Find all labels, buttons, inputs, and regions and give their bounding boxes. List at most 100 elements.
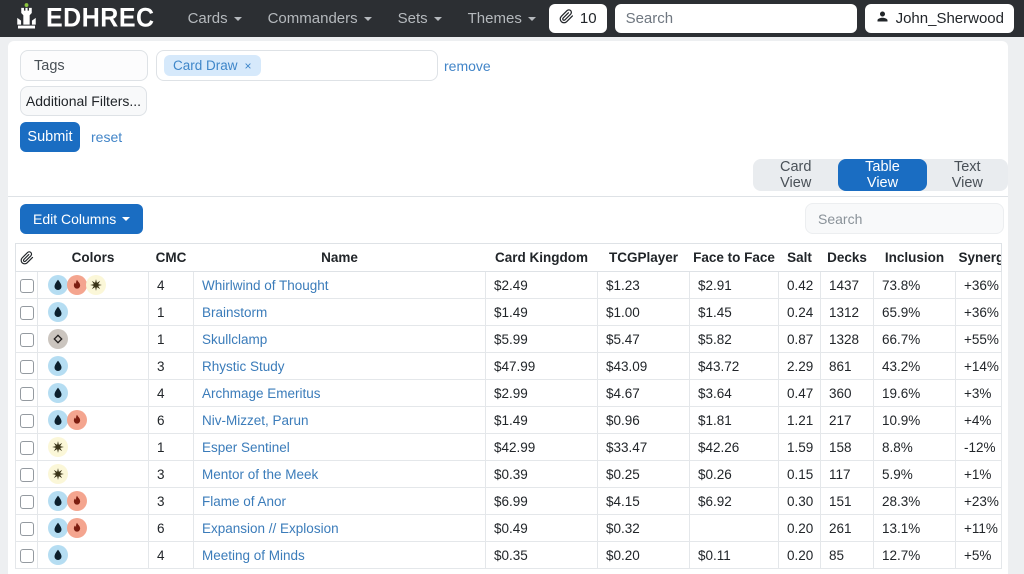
card-name-link[interactable]: Expansion // Explosion — [202, 521, 339, 536]
row-decks: 151 — [821, 488, 874, 515]
tag-filter-input[interactable]: Card Draw × — [156, 50, 438, 81]
edit-columns-button[interactable]: Edit Columns — [20, 204, 143, 234]
row-tcgplayer-price: $4.15 — [598, 488, 690, 515]
card-name-link[interactable]: Rhystic Study — [202, 359, 285, 374]
row-synergy: -12% — [956, 434, 1002, 461]
row-card-kingdom-price: $42.99 — [486, 434, 598, 461]
red-mana-icon — [67, 518, 87, 538]
table-body: 4 Whirlwind of Thought $2.49 $1.23 $2.91… — [16, 272, 1002, 569]
colorless-mana-icon — [48, 329, 68, 349]
row-synergy: +55% — [956, 326, 1002, 353]
row-cmc: 3 — [149, 488, 194, 515]
row-checkbox[interactable] — [20, 387, 34, 401]
row-synergy: +3% — [956, 380, 1002, 407]
row-checkbox[interactable] — [20, 333, 34, 347]
column-header-colors[interactable]: Colors — [38, 244, 149, 272]
submit-button[interactable]: Submit — [20, 122, 80, 152]
column-header-inclusion[interactable]: Inclusion — [874, 244, 956, 272]
tags-filter-dropdown[interactable]: Tags — [20, 50, 148, 81]
row-inclusion: 8.8% — [874, 434, 956, 461]
row-colors — [38, 353, 149, 380]
row-salt: 0.42 — [779, 272, 821, 299]
content-panel: Tags Card Draw × remove Additional Filte… — [8, 41, 1008, 574]
row-synergy: +14% — [956, 353, 1002, 380]
column-header-tcgplayer[interactable]: TCGPlayer — [598, 244, 690, 272]
card-name-link[interactable]: Skullclamp — [202, 332, 267, 347]
column-header-face-to-face[interactable]: Face to Face — [690, 244, 779, 272]
table-row: 6 Niv-Mizzet, Parun $1.49 $0.96 $1.81 1.… — [16, 407, 1002, 434]
brand-wordmark: EDHREC — [46, 3, 155, 34]
card-name-link[interactable]: Niv-Mizzet, Parun — [202, 413, 309, 428]
column-header-salt[interactable]: Salt — [779, 244, 821, 272]
row-checkbox[interactable] — [20, 414, 34, 428]
card-name-link[interactable]: Mentor of the Meek — [202, 467, 318, 482]
row-decks: 1312 — [821, 299, 874, 326]
row-cmc: 1 — [149, 326, 194, 353]
row-colors — [38, 272, 149, 299]
row-decks: 261 — [821, 515, 874, 542]
remove-chip-icon[interactable]: × — [245, 59, 252, 73]
column-header-cmc[interactable]: CMC — [149, 244, 194, 272]
row-checkbox[interactable] — [20, 495, 34, 509]
row-face-to-face-price — [690, 515, 779, 542]
row-tcgplayer-price: $0.20 — [598, 542, 690, 569]
row-checkbox[interactable] — [20, 468, 34, 482]
row-card-kingdom-price: $0.35 — [486, 542, 598, 569]
row-synergy: +36% — [956, 272, 1002, 299]
row-face-to-face-price: $2.91 — [690, 272, 779, 299]
remove-filter-link[interactable]: remove — [444, 58, 491, 74]
column-header-name[interactable]: Name — [194, 244, 486, 272]
row-inclusion: 13.1% — [874, 515, 956, 542]
nav-item-commanders[interactable]: Commanders — [257, 4, 383, 33]
row-decks: 217 — [821, 407, 874, 434]
table-search-input[interactable] — [805, 203, 1004, 234]
column-header-card-kingdom[interactable]: Card Kingdom — [486, 244, 598, 272]
row-checkbox[interactable] — [20, 360, 34, 374]
card-name-link[interactable]: Archmage Emeritus — [202, 386, 321, 401]
section-divider — [8, 196, 1008, 197]
user-menu-button[interactable]: John_Sherwood — [865, 4, 1014, 33]
nav-item-themes[interactable]: Themes — [457, 4, 547, 33]
row-colors — [38, 380, 149, 407]
navbar-search-input[interactable] — [615, 4, 857, 33]
row-checkbox[interactable] — [20, 306, 34, 320]
row-face-to-face-price: $43.72 — [690, 353, 779, 380]
row-salt: 1.59 — [779, 434, 821, 461]
column-header-synergy[interactable]: Synergy — [956, 244, 1002, 272]
card-name-link[interactable]: Meeting of Minds — [202, 548, 305, 563]
row-face-to-face-price: $42.26 — [690, 434, 779, 461]
nav-item-cards[interactable]: Cards — [177, 4, 253, 33]
clipboard-count-button[interactable]: 10 — [549, 4, 607, 33]
card-name-link[interactable]: Esper Sentinel — [202, 440, 290, 455]
row-card-kingdom-price: $2.49 — [486, 272, 598, 299]
username-label: John_Sherwood — [896, 10, 1004, 27]
card-view-button[interactable]: Card View — [753, 159, 838, 191]
row-cmc: 4 — [149, 272, 194, 299]
column-header-decks[interactable]: Decks — [821, 244, 874, 272]
table-view-button[interactable]: Table View — [838, 159, 926, 191]
row-card-kingdom-price: $6.99 — [486, 488, 598, 515]
card-name-link[interactable]: Flame of Anor — [202, 494, 286, 509]
row-checkbox[interactable] — [20, 549, 34, 563]
reset-link[interactable]: reset — [91, 129, 122, 145]
table-row: 3 Flame of Anor $6.99 $4.15 $6.92 0.30 1… — [16, 488, 1002, 515]
row-card-kingdom-price: $1.49 — [486, 299, 598, 326]
nav-item-sets[interactable]: Sets — [387, 4, 453, 33]
row-colors — [38, 326, 149, 353]
card-name-link[interactable]: Whirlwind of Thought — [202, 278, 329, 293]
chevron-down-icon — [122, 217, 130, 221]
row-inclusion: 43.2% — [874, 353, 956, 380]
row-card-kingdom-price: $5.99 — [486, 326, 598, 353]
row-inclusion: 66.7% — [874, 326, 956, 353]
card-name-link[interactable]: Brainstorm — [202, 305, 267, 320]
row-cmc: 4 — [149, 542, 194, 569]
text-view-button[interactable]: Text View — [927, 159, 1008, 191]
row-inclusion: 5.9% — [874, 461, 956, 488]
blue-mana-icon — [48, 275, 68, 295]
additional-filters-button[interactable]: Additional Filters... — [20, 86, 147, 116]
edhrec-logo[interactable]: EDHREC — [12, 2, 155, 36]
row-checkbox[interactable] — [20, 522, 34, 536]
row-checkbox[interactable] — [20, 279, 34, 293]
row-checkbox[interactable] — [20, 441, 34, 455]
row-colors — [38, 515, 149, 542]
